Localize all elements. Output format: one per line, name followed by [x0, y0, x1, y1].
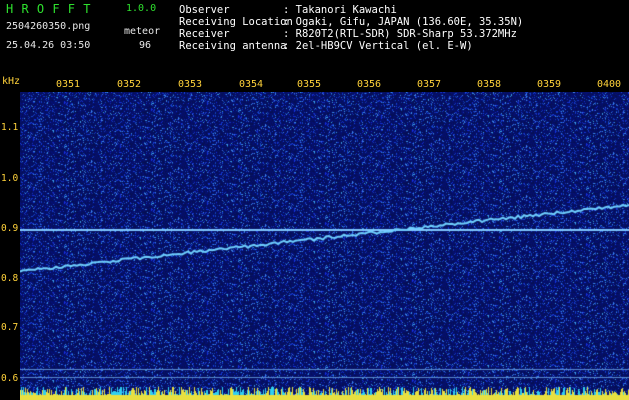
freq-tick-1-1: 1.1 [1, 122, 19, 133]
header-panel: H R O F F T 1.0.0 2504260350.png meteor … [0, 0, 629, 75]
freq-tick-1-0: 1.0 [1, 173, 19, 184]
info-value-observer: : Takanori Kawachi [283, 4, 397, 16]
meteor-count: 96 [139, 40, 152, 51]
info-value-antenna: : 2el-HB9CV Vertical (el. E-W) [283, 40, 473, 52]
frequency-axis: 1.1 1.0 0.9 0.8 0.7 0.6 [0, 92, 20, 400]
info-value-location: : Ogaki, Gifu, JAPAN (136.60E, 35.35N) [283, 16, 524, 28]
freq-tick-0-6: 0.6 [1, 373, 19, 384]
info-key-antenna: Receiving antenna [179, 40, 287, 52]
info-key-receiver: Receiver [179, 28, 230, 40]
info-key-observer: Observer [179, 4, 230, 16]
time-tick-0357: 0357 [416, 79, 442, 90]
time-tick-0356: 0356 [356, 79, 382, 90]
info-value-receiver: : R820T2(RTL-SDR) SDR-Sharp 53.372MHz [283, 28, 517, 40]
time-tick-0352: 0352 [116, 79, 142, 90]
freq-tick-0-8: 0.8 [1, 273, 19, 284]
time-tick-0353: 0353 [177, 79, 203, 90]
capture-datetime: 25.04.26 03:50 [6, 40, 91, 51]
freq-tick-0-9: 0.9 [1, 223, 19, 234]
app-title: H R O F F T [6, 2, 91, 16]
time-tick-0354: 0354 [238, 79, 264, 90]
freq-tick-0-7: 0.7 [1, 322, 19, 333]
info-key-location: Receiving Location [179, 16, 293, 28]
frequency-unit-label: kHz [2, 76, 21, 87]
time-tick-0359: 0359 [536, 79, 562, 90]
app-version: 1.0.0 [126, 3, 157, 14]
meteor-label: meteor [124, 26, 161, 37]
time-tick-0400: 0400 [596, 79, 622, 90]
time-tick-0351: 0351 [55, 79, 81, 90]
spectrogram-canvas [20, 92, 629, 400]
time-tick-0358: 0358 [476, 79, 502, 90]
time-tick-0355: 0355 [296, 79, 322, 90]
file-name: 2504260350.png [6, 21, 91, 32]
